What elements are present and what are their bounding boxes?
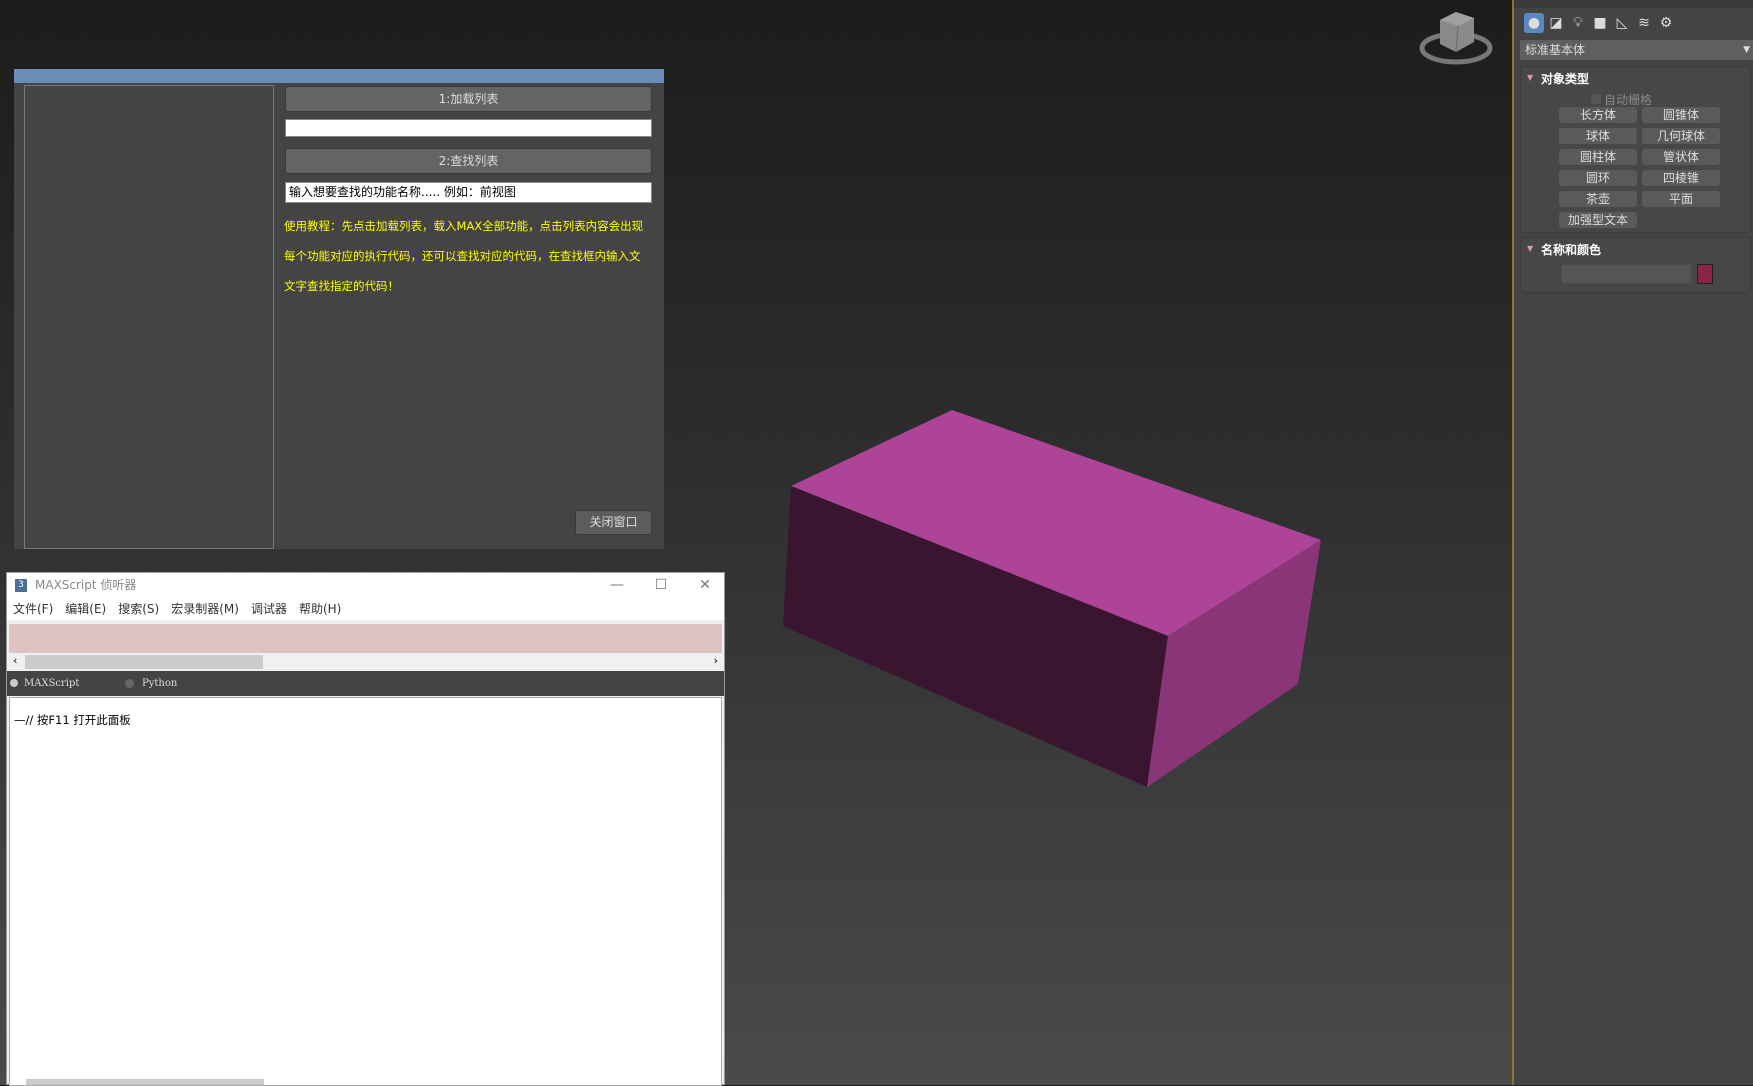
- load-list-button[interactable]: 1:加载列表: [285, 86, 652, 112]
- menu-search[interactable]: 搜索(S): [118, 602, 159, 616]
- menu-macro-recorder[interactable]: 宏录制器(M): [171, 602, 239, 616]
- shapes-icon[interactable]: ◪: [1546, 13, 1566, 33]
- menu-bar: 文件(F) 编辑(E) 搜索(S) 宏录制器(M) 调试器 帮助(H): [7, 598, 724, 620]
- close-window-button[interactable]: 关闭窗口: [575, 510, 652, 535]
- rollout-title[interactable]: 对象类型: [1541, 70, 1589, 87]
- cone-button[interactable]: 圆锥体: [1642, 107, 1720, 123]
- rollout-object-type: ▼ 对象类型 自动栅格 长方体 圆锥体 球体 几何球体 圆柱体 管状体 圆环 四…: [1520, 66, 1751, 233]
- app-icon: 3: [15, 579, 27, 592]
- category-dropdown[interactable]: 标准基本体 ▼: [1520, 40, 1753, 60]
- help-text-line: 每个功能对应的执行代码，还可以查找对应的代码，在查找框内输入文: [284, 249, 641, 263]
- output-text: —// 按F11 打开此面板: [14, 713, 131, 727]
- cylinder-button[interactable]: 圆柱体: [1559, 149, 1637, 165]
- window-title: MAXScript 侦听器: [35, 578, 137, 592]
- geosphere-button[interactable]: 几何球体: [1642, 128, 1720, 144]
- viewcube-icon[interactable]: [1418, 6, 1494, 66]
- pyramid-button[interactable]: 四棱锥: [1642, 170, 1720, 186]
- help-text-line: 使用教程：先点击加载列表，载入MAX全部功能，点击列表内容会出现: [284, 219, 644, 233]
- cameras-icon[interactable]: ■: [1590, 13, 1610, 33]
- code-lookup-dialog: 1:加载列表 2:查找列表 输入想要查找的功能名称..... 例如：前视图 使用…: [14, 69, 664, 549]
- tube-button[interactable]: 管状体: [1642, 149, 1720, 165]
- systems-icon[interactable]: ⚙: [1656, 13, 1676, 33]
- autogrid-label: 自动栅格: [1604, 93, 1653, 107]
- maxscript-listener-window: 3 MAXScript 侦听器 — ☐ ✕ 文件(F) 编辑(E) 搜索(S) 宏录制…: [6, 572, 727, 1086]
- menu-file[interactable]: 文件(F): [13, 602, 53, 616]
- minimize-button[interactable]: —: [595, 573, 639, 598]
- command-panel: ● ◪ 💡︎ ■ ◺ ≋ ⚙ 标准基本体 ▼ ▼ 对象类型 自动栅格 长方体 圆锥…: [1512, 0, 1753, 1085]
- dialog-titlebar[interactable]: [14, 69, 664, 83]
- scroll-left-icon[interactable]: ‹: [13, 654, 17, 667]
- box-button[interactable]: 长方体: [1559, 107, 1637, 123]
- scroll-right-icon[interactable]: ›: [714, 654, 718, 667]
- spacewarps-icon[interactable]: ≋: [1634, 13, 1654, 33]
- search-input[interactable]: 输入想要查找的功能名称..... 例如：前视图: [285, 182, 652, 203]
- collapse-triangle-icon[interactable]: ▼: [1527, 73, 1533, 82]
- helpers-icon[interactable]: ◺: [1612, 13, 1632, 33]
- lights-icon[interactable]: 💡︎: [1568, 13, 1588, 33]
- listener-output[interactable]: —// 按F11 打开此面板: [9, 697, 722, 1086]
- horizontal-scrollbar[interactable]: ‹ ›: [9, 653, 722, 671]
- function-listbox[interactable]: [24, 85, 274, 549]
- chevron-down-icon: ▼: [1743, 45, 1750, 55]
- category-value: 标准基本体: [1525, 43, 1586, 57]
- object-color-swatch[interactable]: [1697, 264, 1713, 284]
- maximize-button[interactable]: ☐: [639, 573, 683, 598]
- menu-debugger[interactable]: 调试器: [251, 602, 287, 616]
- menu-edit[interactable]: 编辑(E): [65, 602, 106, 616]
- textplus-button[interactable]: 加强型文本: [1559, 212, 1637, 228]
- radio-python[interactable]: [125, 679, 134, 688]
- object-name-input[interactable]: [1561, 264, 1692, 284]
- scrollbar-thumb[interactable]: [25, 655, 263, 669]
- autogrid-checkbox[interactable]: [1591, 94, 1601, 104]
- macro-recorder-pane[interactable]: [9, 624, 722, 653]
- teapot-button[interactable]: 茶壶: [1559, 191, 1637, 207]
- radio-label: Python: [142, 678, 178, 689]
- close-button[interactable]: ✕: [683, 573, 727, 598]
- menu-help[interactable]: 帮助(H): [299, 602, 341, 616]
- plane-button[interactable]: 平面: [1642, 191, 1720, 207]
- rollout-name-color: ▼ 名称和颜色: [1520, 237, 1751, 293]
- radio-label: MAXScript: [24, 678, 80, 689]
- language-selector: MAXScript Python: [7, 671, 724, 696]
- help-text-line: 文字查找指定的代码！: [284, 279, 399, 293]
- geometry-icon[interactable]: ●: [1524, 13, 1544, 33]
- sphere-button[interactable]: 球体: [1559, 128, 1637, 144]
- radio-maxscript[interactable]: [10, 679, 18, 687]
- rollout-title[interactable]: 名称和颜色: [1541, 241, 1601, 258]
- panel-tabs[interactable]: [1514, 0, 1753, 8]
- collapse-triangle-icon[interactable]: ▼: [1527, 244, 1533, 253]
- torus-button[interactable]: 圆环: [1559, 170, 1637, 186]
- bottom-scrollbar-thumb[interactable]: [26, 1079, 264, 1085]
- load-input[interactable]: [285, 119, 652, 137]
- find-list-button[interactable]: 2:查找列表: [285, 148, 652, 174]
